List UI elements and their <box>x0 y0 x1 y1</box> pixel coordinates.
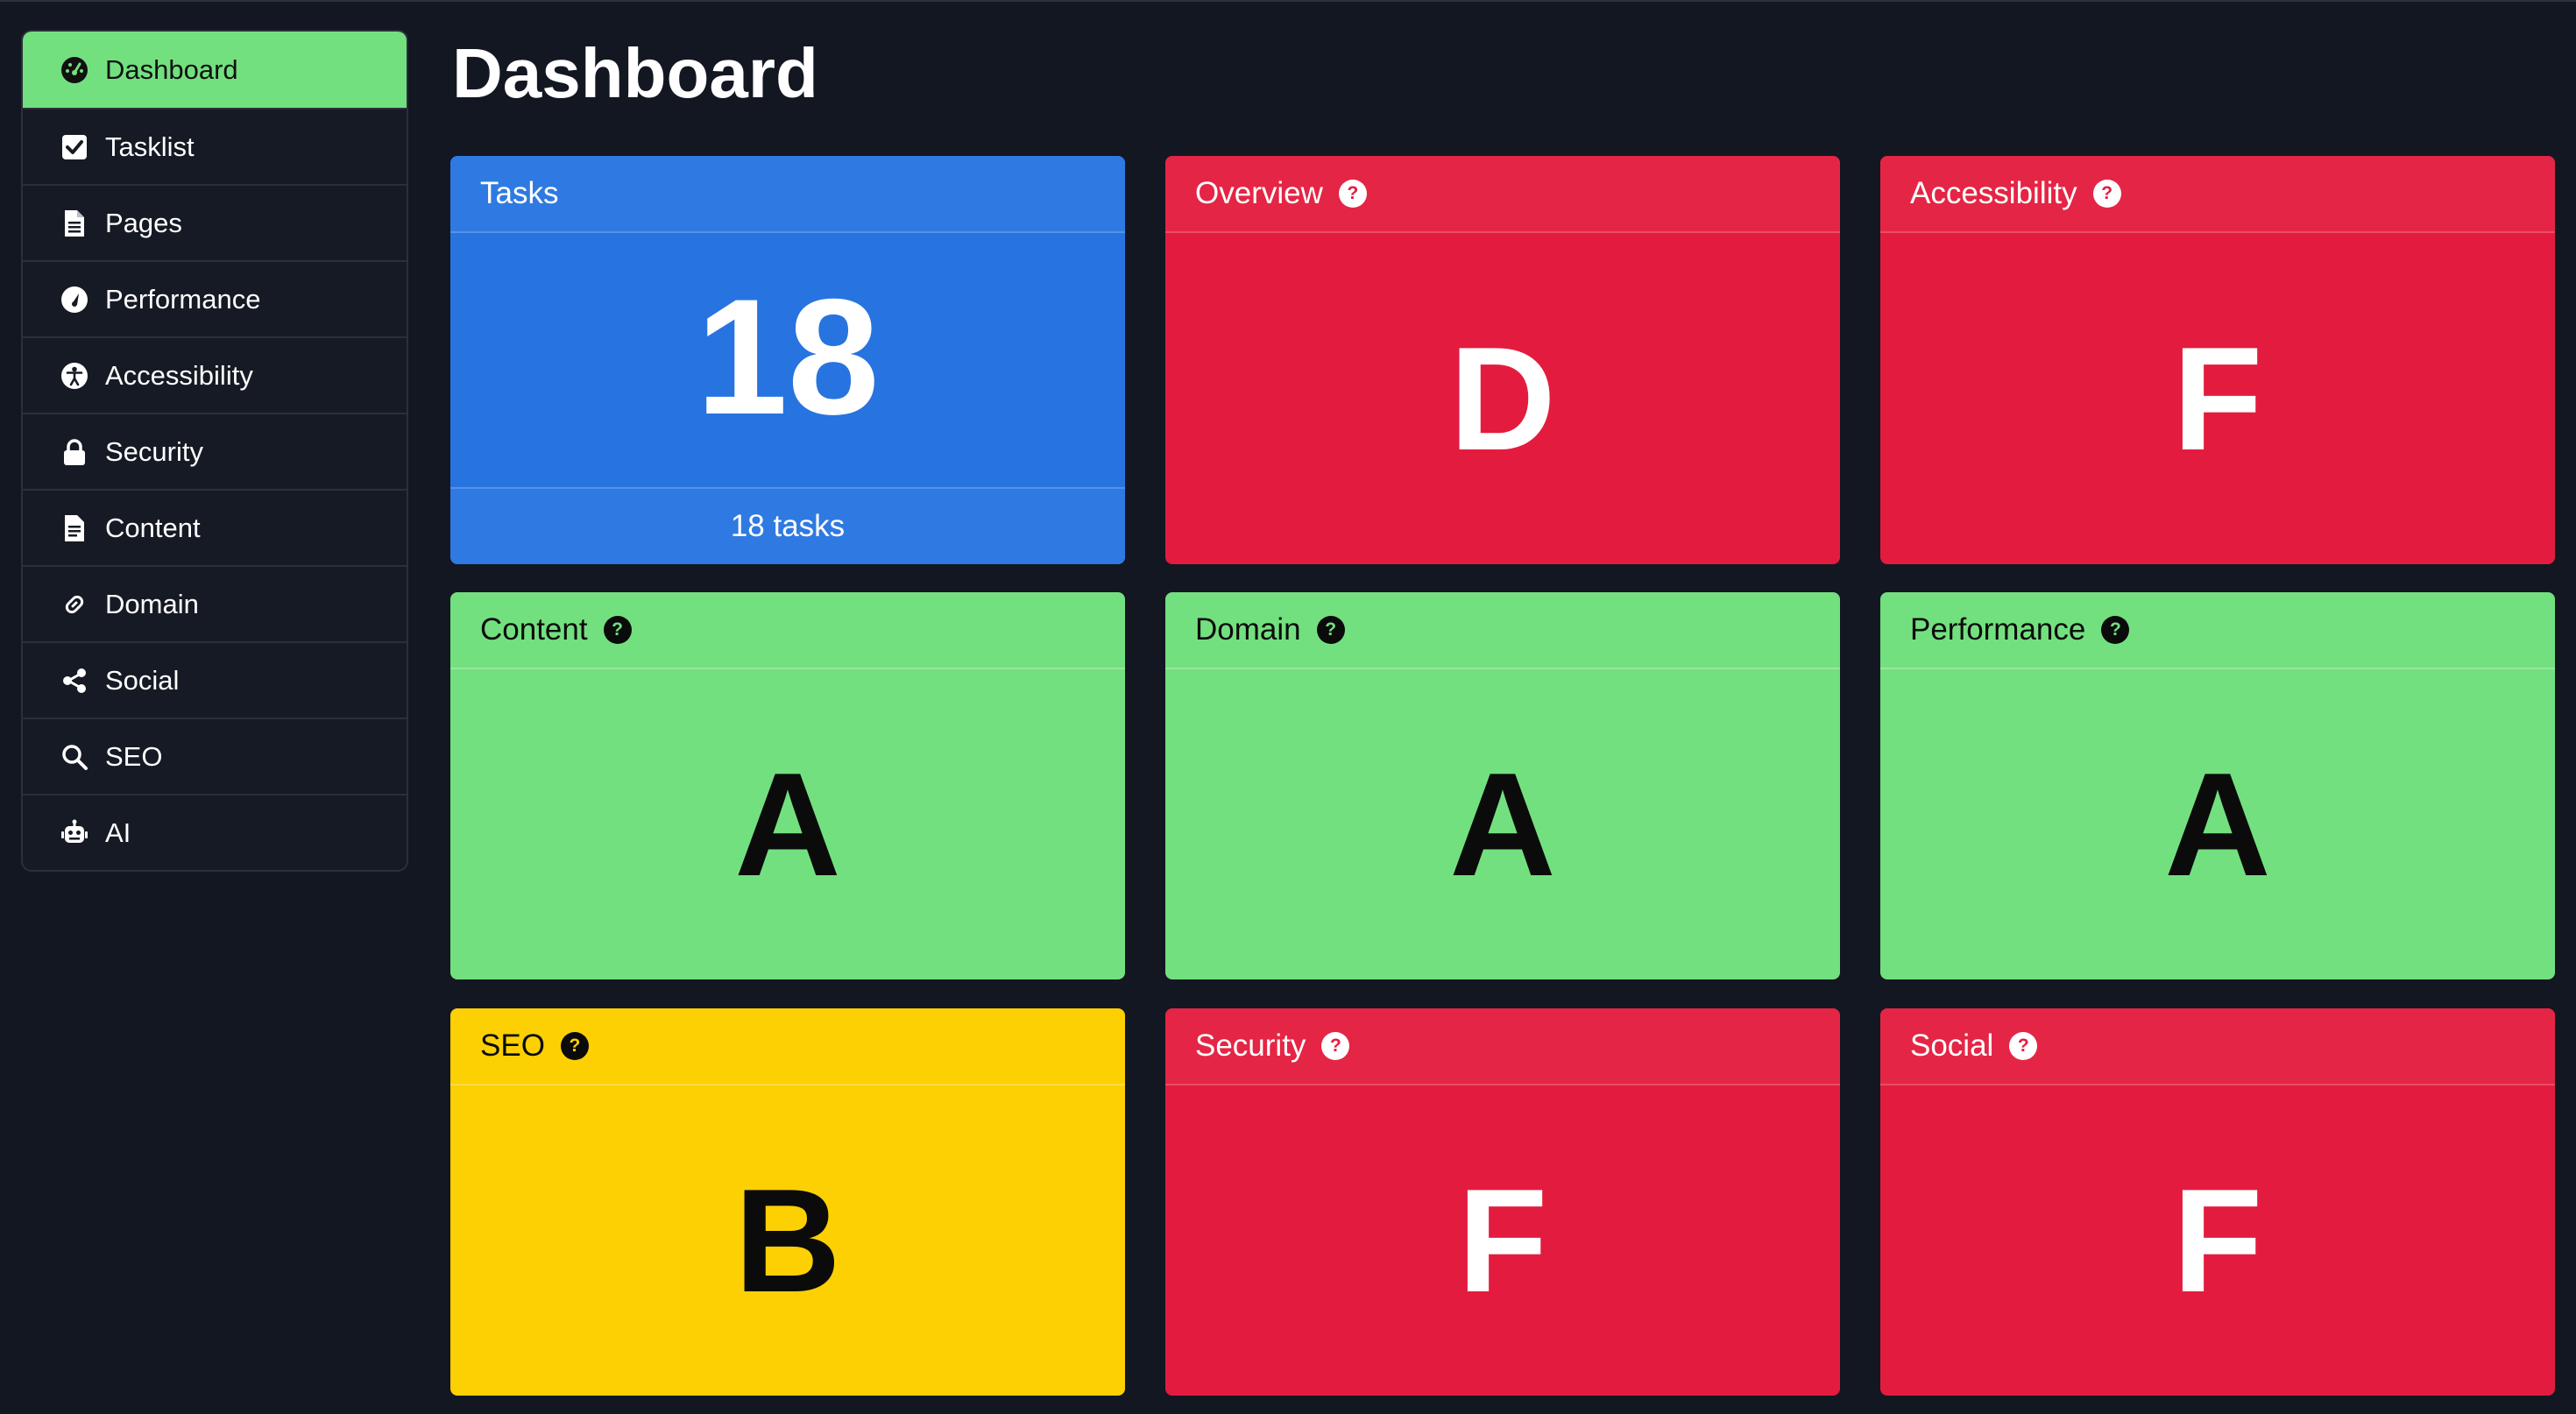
dashboard-gauge-icon <box>60 55 89 85</box>
sidebar-nav: Dashboard Tasklist Pages Performance Acc… <box>21 30 408 872</box>
grade-value: B <box>734 1158 841 1323</box>
social-card[interactable]: Social ? F <box>1880 1008 2555 1396</box>
help-icon[interactable]: ? <box>2101 616 2130 644</box>
card-header: SEO ? <box>450 1008 1125 1085</box>
tasks-card[interactable]: Tasks 18 18 tasks <box>450 156 1125 564</box>
checkbox-icon <box>60 132 89 162</box>
help-icon[interactable]: ? <box>560 1032 589 1060</box>
grade-value: A <box>2164 742 2271 907</box>
sidebar-item-content[interactable]: Content <box>23 489 407 565</box>
grade-value: A <box>734 742 841 907</box>
card-title: SEO <box>480 1029 545 1063</box>
sidebar-item-tasklist[interactable]: Tasklist <box>23 108 407 184</box>
tasks-footer-link[interactable]: 18 tasks <box>450 487 1125 564</box>
page-title: Dashboard <box>452 34 818 112</box>
card-title: Security <box>1195 1029 1306 1063</box>
sidebar-item-label: AI <box>105 817 131 848</box>
sidebar-item-label: Content <box>105 512 201 543</box>
sidebar-item-label: Pages <box>105 207 182 238</box>
overview-card[interactable]: Overview ? D <box>1165 156 1840 564</box>
card-body: 18 <box>450 233 1125 487</box>
file-text-icon <box>60 513 89 543</box>
tasks-count: 18 <box>696 265 880 449</box>
help-icon[interactable]: ? <box>1316 616 1345 644</box>
card-header: Social ? <box>1880 1008 2555 1085</box>
grade-value: A <box>1449 742 1556 907</box>
robot-icon <box>60 818 89 848</box>
grade-value: F <box>2172 316 2263 481</box>
card-title: Social <box>1910 1029 1994 1063</box>
speedometer-icon <box>60 285 89 315</box>
sidebar-item-ai[interactable]: AI <box>23 794 407 870</box>
help-icon[interactable]: ? <box>2009 1032 2038 1060</box>
sidebar-item-label: Tasklist <box>105 131 195 162</box>
accessibility-icon <box>60 361 89 391</box>
performance-card[interactable]: Performance ? A <box>1880 592 2555 979</box>
card-body: B <box>450 1085 1125 1396</box>
content-card[interactable]: Content ? A <box>450 592 1125 979</box>
card-header: Security ? <box>1165 1008 1840 1085</box>
card-header: Accessibility ? <box>1880 156 2555 233</box>
share-icon <box>60 666 89 696</box>
card-body: F <box>1880 1085 2555 1396</box>
card-header: Domain ? <box>1165 592 1840 669</box>
sidebar-item-label: SEO <box>105 740 163 772</box>
card-title: Accessibility <box>1910 176 2077 210</box>
sidebar-item-label: Social <box>105 664 180 696</box>
card-body: A <box>1165 669 1840 979</box>
card-title: Content <box>480 612 588 647</box>
sidebar-item-label: Security <box>105 435 203 467</box>
card-body: A <box>1880 669 2555 979</box>
security-card[interactable]: Security ? F <box>1165 1008 1840 1396</box>
sidebar-item-label: Performance <box>105 283 261 315</box>
card-header: Content ? <box>450 592 1125 669</box>
domain-card[interactable]: Domain ? A <box>1165 592 1840 979</box>
sidebar-item-label: Domain <box>105 588 199 619</box>
sidebar-item-social[interactable]: Social <box>23 641 407 718</box>
top-border <box>0 0 2576 2</box>
document-icon <box>60 209 89 238</box>
grade-value: F <box>1457 1158 1548 1323</box>
seo-card[interactable]: SEO ? B <box>450 1008 1125 1396</box>
card-header: Performance ? <box>1880 592 2555 669</box>
sidebar-item-domain[interactable]: Domain <box>23 565 407 641</box>
help-icon[interactable]: ? <box>603 616 632 644</box>
sidebar-item-performance[interactable]: Performance <box>23 260 407 336</box>
card-header: Tasks <box>450 156 1125 233</box>
sidebar-item-label: Dashboard <box>105 53 238 85</box>
card-body: D <box>1165 233 1840 564</box>
card-body: F <box>1880 233 2555 564</box>
card-title: Overview <box>1195 176 1323 210</box>
sidebar-item-seo[interactable]: SEO <box>23 718 407 794</box>
sidebar-item-accessibility[interactable]: Accessibility <box>23 336 407 413</box>
search-icon <box>60 742 89 772</box>
grade-value: F <box>2172 1158 2263 1323</box>
sidebar-item-label: Accessibility <box>105 359 253 391</box>
lock-icon <box>60 437 89 467</box>
card-body: A <box>450 669 1125 979</box>
sidebar-item-pages[interactable]: Pages <box>23 184 407 260</box>
help-icon[interactable]: ? <box>2092 180 2121 208</box>
card-body: F <box>1165 1085 1840 1396</box>
grade-value: D <box>1449 316 1556 481</box>
card-title: Domain <box>1195 612 1301 647</box>
card-header: Overview ? <box>1165 156 1840 233</box>
accessibility-card[interactable]: Accessibility ? F <box>1880 156 2555 564</box>
sidebar-item-dashboard[interactable]: Dashboard <box>23 32 407 108</box>
card-title: Performance <box>1910 612 2086 647</box>
help-icon[interactable]: ? <box>1338 180 1367 208</box>
help-icon[interactable]: ? <box>1321 1032 1350 1060</box>
link-icon <box>60 590 89 619</box>
sidebar-item-security[interactable]: Security <box>23 413 407 489</box>
card-title: Tasks <box>480 176 559 210</box>
